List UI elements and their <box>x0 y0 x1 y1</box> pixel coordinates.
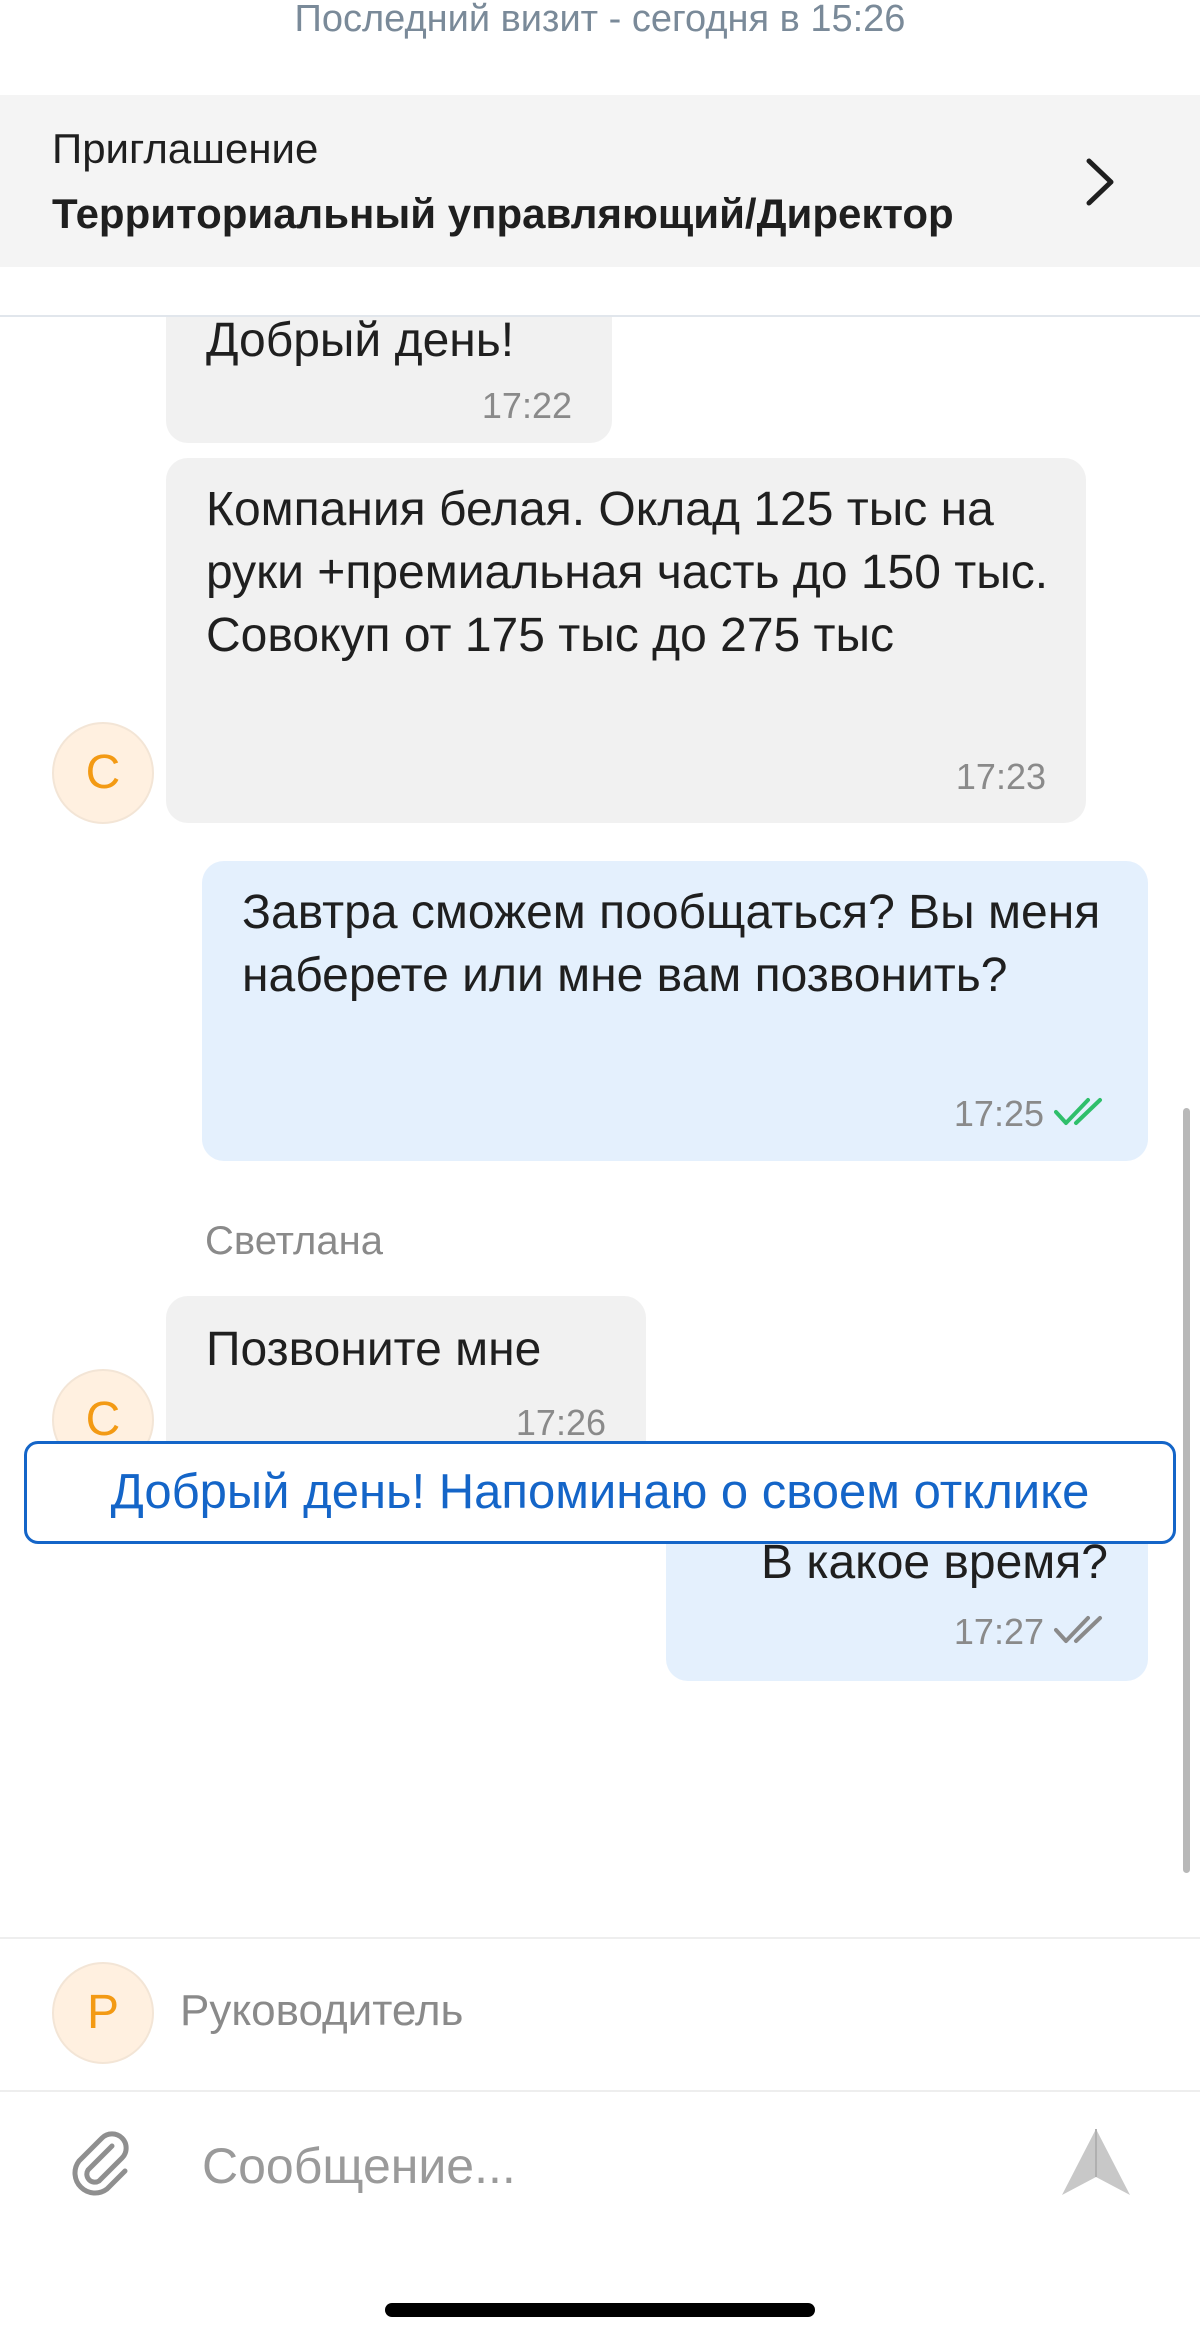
sender-name: Светлана <box>205 1219 383 1263</box>
send-icon[interactable] <box>1058 2125 1134 2201</box>
sender-avatar[interactable]: С <box>52 722 154 824</box>
role-selector[interactable]: Руководитель <box>180 1986 463 2036</box>
paperclip-icon[interactable] <box>66 2128 138 2200</box>
double-check-icon <box>1054 1098 1102 1125</box>
message-bubble-incoming[interactable]: Компания белая. Оклад 125 тыс на руки +п… <box>166 458 1086 823</box>
message-time: 17:25 <box>953 1093 1044 1134</box>
message-bubble-outgoing[interactable]: Завтра сможем пообщаться? Вы меня набере… <box>202 861 1148 1161</box>
message-text: Позвоните мне <box>206 1323 542 1376</box>
message-input[interactable] <box>200 2125 1024 2207</box>
role-divider-bottom <box>0 2090 1200 2092</box>
last-visit-status: Последний визит - сегодня в 15:26 <box>294 0 906 40</box>
message-text: Компания белая. Оклад 125 тыс на руки +п… <box>206 483 1049 662</box>
message-time: 17:27 <box>953 1611 1044 1652</box>
message-time: 17:23 <box>955 756 1046 797</box>
invitation-label: Приглашение <box>52 125 319 172</box>
chat-messages[interactable]: Добрый день! 17:22 С Компания белая. Окл… <box>0 317 1200 1937</box>
role-divider-top <box>0 1937 1200 1939</box>
message-time: 17:26 <box>515 1402 606 1443</box>
invitation-bar[interactable]: Приглашение Территориальный управляющий/… <box>0 95 1200 267</box>
scrollbar[interactable] <box>1183 1108 1190 1873</box>
chevron-right-icon[interactable] <box>1075 157 1125 207</box>
quick-reply-button[interactable]: Добрый день! Напоминаю о своем отклике <box>24 1441 1176 1544</box>
role-avatar[interactable]: Р <box>52 1962 154 2064</box>
home-indicator <box>385 2303 815 2317</box>
message-text: Добрый день! <box>206 317 515 367</box>
invitation-title: Территориальный управляющий/Директор <box>52 190 954 237</box>
message-bubble-incoming[interactable]: Добрый день! 17:22 <box>166 317 612 443</box>
double-check-icon <box>1054 1616 1102 1643</box>
message-time: 17:22 <box>481 385 572 426</box>
message-text: Завтра сможем пообщаться? Вы меня набере… <box>242 886 1101 1002</box>
